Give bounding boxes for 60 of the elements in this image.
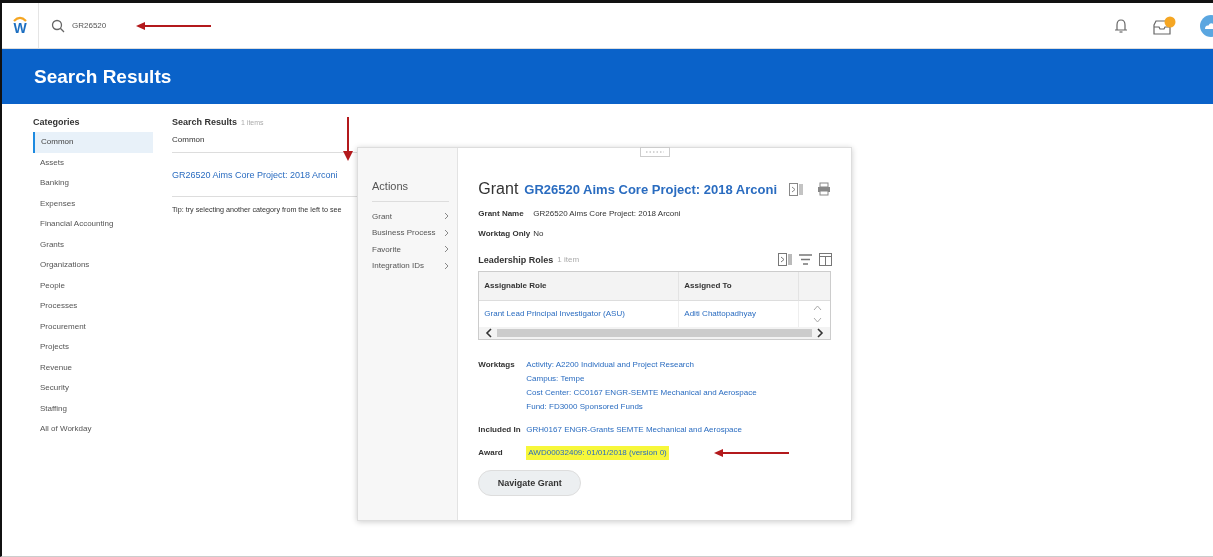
category-item[interactable]: People	[33, 275, 153, 296]
export-icon[interactable]	[778, 253, 792, 266]
category-item[interactable]: Expenses	[33, 193, 153, 214]
category-item[interactable]: Grants	[33, 234, 153, 255]
table-count: 1 item	[557, 255, 580, 264]
column-header	[799, 272, 830, 301]
column-header: Assigned To	[679, 272, 800, 301]
result-link[interactable]: GR26520 Aims Core Project: 2018 Arconi	[172, 169, 338, 180]
inbox-icon[interactable]	[1152, 15, 1176, 36]
field-value: No	[533, 229, 544, 238]
category-item[interactable]: Banking	[33, 173, 153, 194]
related-actions-icon[interactable]	[789, 182, 803, 196]
category-item[interactable]: Projects	[33, 337, 153, 358]
category-item[interactable]: Procurement	[33, 316, 153, 337]
annotation-arrow	[343, 117, 353, 161]
columns-icon[interactable]	[819, 253, 832, 266]
category-item[interactable]: Security	[33, 378, 153, 399]
field-label: Worktag Only	[478, 229, 532, 238]
field-value: GR26520 Aims Core Project: 2018 Arconi	[533, 209, 681, 218]
value-link[interactable]: Cost Center: CC0167 ENGR-SEMTE Mechanical and Aerospace	[526, 386, 757, 400]
category-item[interactable]: Financial Accounting	[33, 214, 153, 235]
categories-heading: Categories	[33, 117, 81, 127]
bell-icon[interactable]	[1114, 17, 1128, 34]
filter-icon[interactable]	[799, 254, 812, 265]
value-link[interactable]: Campus: Tempe	[526, 372, 585, 386]
action-item[interactable]: Favorite	[372, 241, 450, 258]
category-item[interactable]: Revenue	[33, 357, 153, 378]
value-link[interactable]: GRH0167 ENGR-Grants SEMTE Mechanical and Aerospace	[526, 423, 742, 437]
value-link[interactable]: Fund: FD3000 Sponsored Funds	[526, 400, 643, 414]
field-label: Included In	[478, 424, 522, 436]
scroll-right-icon[interactable]	[816, 328, 824, 338]
category-item[interactable]: Staffing	[33, 398, 153, 419]
action-item[interactable]: Grant	[372, 208, 450, 225]
value-link[interactable]: Activity: A2200 Individual and Project Research	[526, 358, 694, 372]
category-item[interactable]: Organizations	[33, 255, 153, 276]
table-title: Leadership Roles	[478, 254, 554, 265]
column-header: Assignable Role	[479, 272, 680, 301]
record-title-link[interactable]: GR26520 Aims Core Project: 2018 Arconi	[524, 181, 777, 197]
logo[interactable]: W	[2, 3, 39, 48]
results-heading: Search Results	[172, 117, 238, 127]
category-item[interactable]: Processes	[33, 296, 153, 317]
record-type: Grant	[478, 180, 519, 198]
page-title: Search Results	[34, 65, 172, 88]
category-item[interactable]: Assets	[33, 152, 153, 173]
scroll-left-icon[interactable]	[485, 328, 494, 338]
scrollbar-thumb[interactable]	[497, 329, 812, 337]
scroll-arrows-icon	[812, 304, 822, 324]
category-item[interactable]: Common	[33, 132, 153, 153]
action-item[interactable]: Business Process	[372, 224, 450, 241]
field-label: Grant Name	[478, 209, 525, 218]
search-icon	[51, 18, 65, 33]
actions-heading: Actions	[372, 180, 450, 202]
category-item[interactable]: All of Workday	[33, 419, 153, 440]
arc-icon	[12, 16, 28, 22]
field-label: Award	[478, 447, 504, 459]
print-icon[interactable]	[817, 182, 831, 196]
navigate-button[interactable]: Navigate Grant	[478, 470, 582, 496]
value-link[interactable]: AWD00032409: 01/01/2018 (version 0)	[526, 446, 669, 460]
action-item[interactable]: Integration IDs	[372, 257, 450, 274]
field-label: Worktags	[478, 359, 516, 371]
